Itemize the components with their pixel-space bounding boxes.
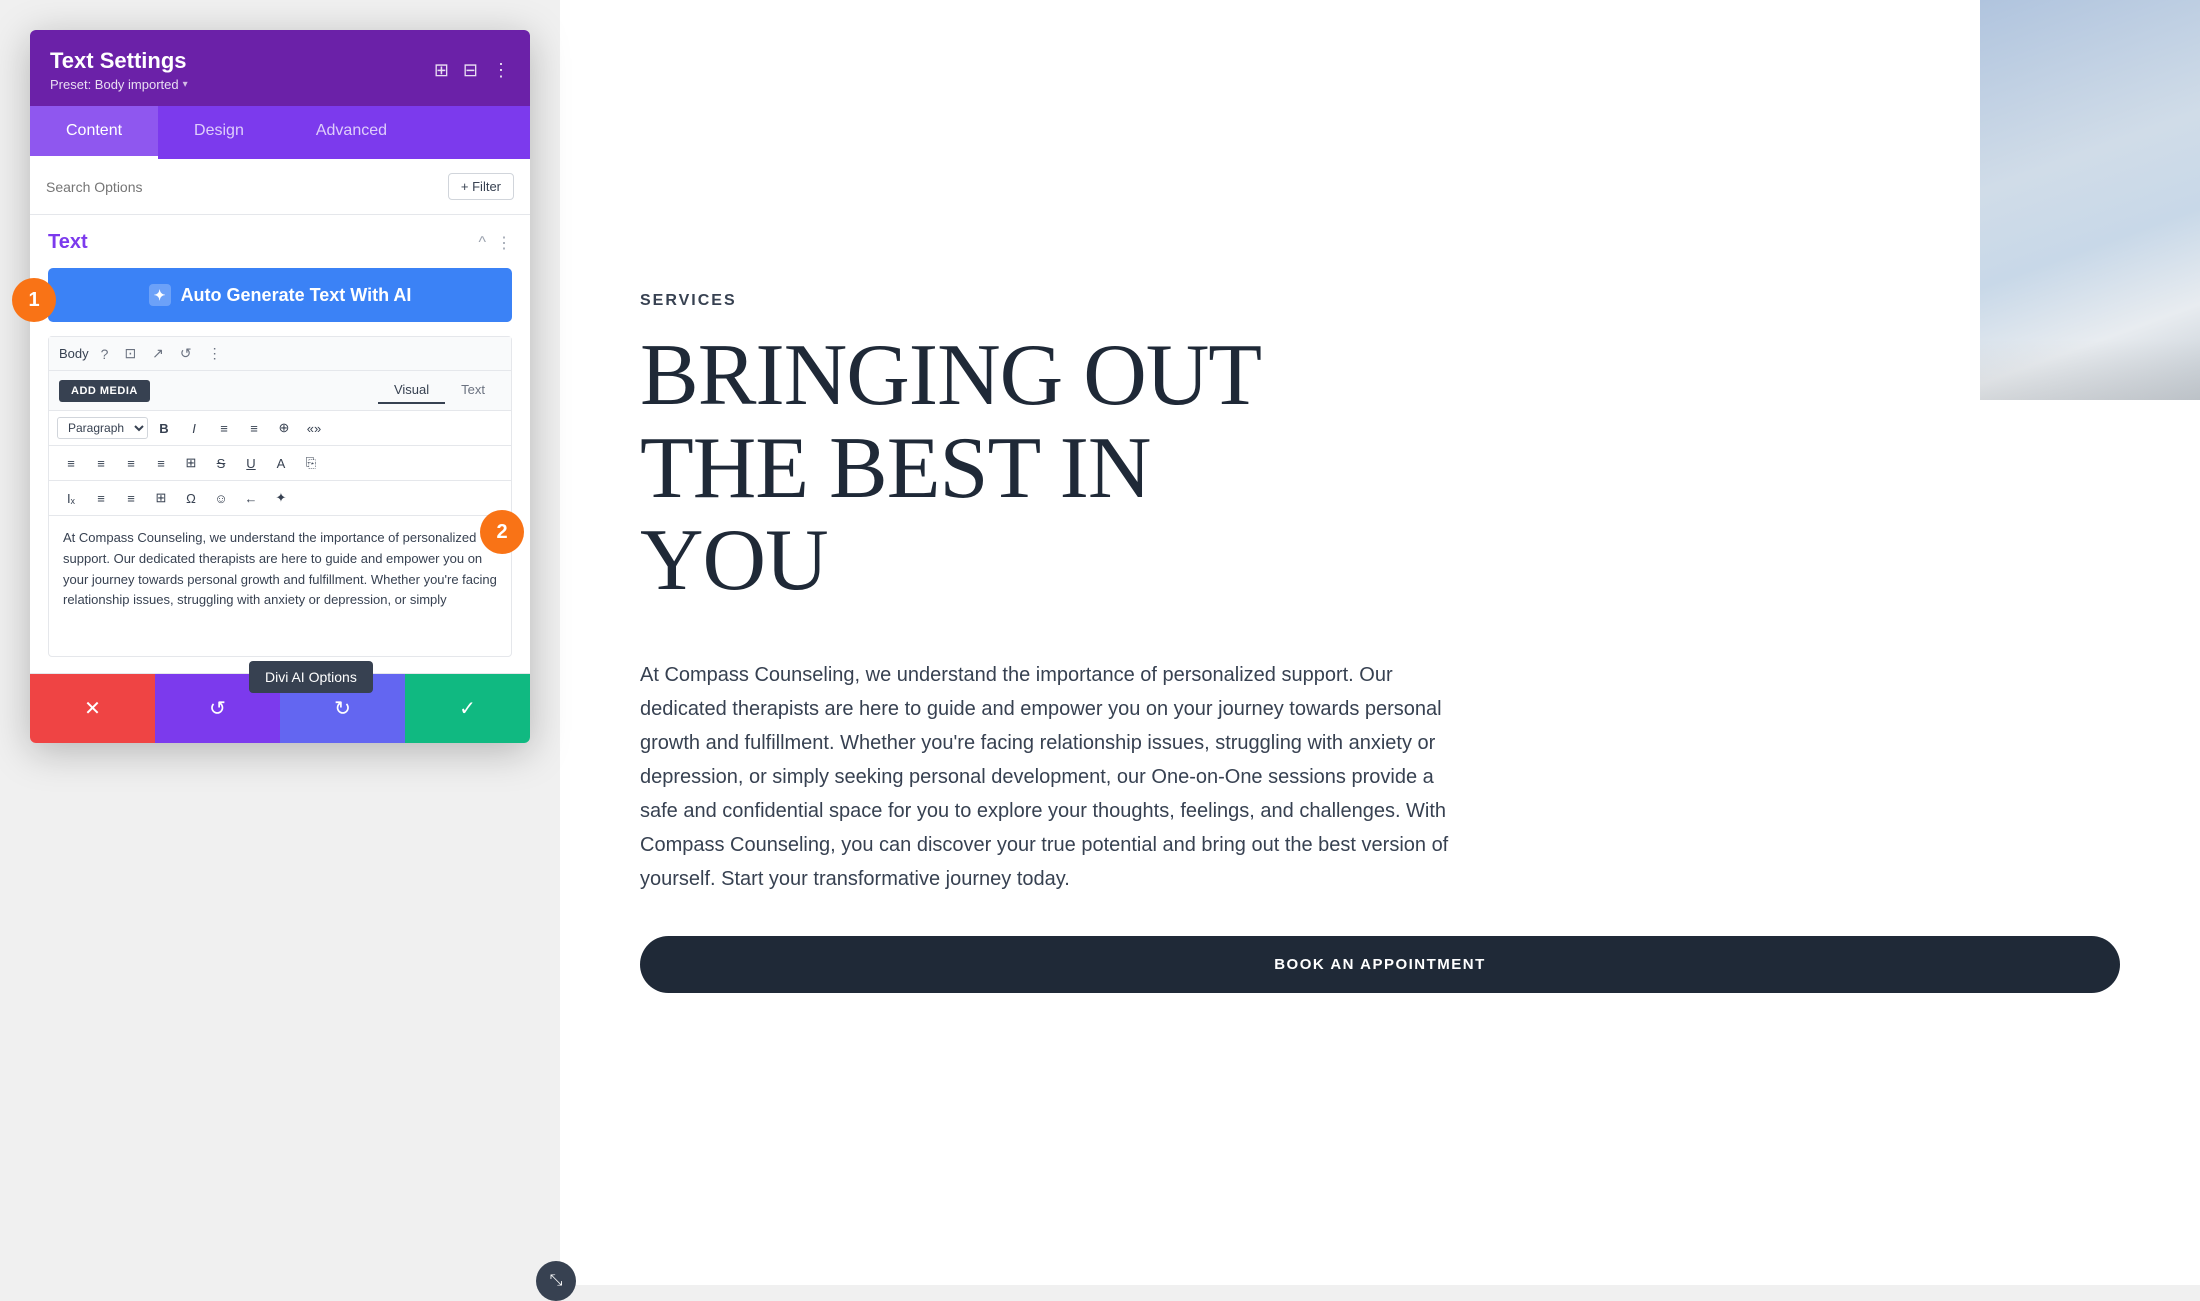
table-btn[interactable]: ⊞ bbox=[177, 450, 205, 476]
window-title: Text Settings bbox=[50, 48, 188, 74]
body-label: Body bbox=[59, 346, 89, 361]
link-btn[interactable]: ⊕ bbox=[270, 415, 298, 441]
text-section: Text ^ ⋮ ✦ Auto Generate Text With AI Bo… bbox=[30, 215, 530, 673]
editor-content[interactable]: At Compass Counseling, we understand the… bbox=[49, 516, 511, 656]
save-button[interactable]: ✓ bbox=[405, 674, 530, 743]
tab-advanced[interactable]: Advanced bbox=[280, 106, 423, 159]
underline-btn[interactable]: U bbox=[237, 450, 265, 476]
tab-visual[interactable]: Visual bbox=[378, 377, 445, 404]
filter-button[interactable]: + Filter bbox=[448, 173, 514, 200]
hero-body: At Compass Counseling, we understand the… bbox=[640, 658, 1460, 896]
title-bar-icons: ⊞ ⊟ ⋮ bbox=[434, 60, 510, 81]
section-header-icons: ^ ⋮ bbox=[478, 233, 512, 253]
paragraph-select[interactable]: Paragraph bbox=[57, 417, 148, 439]
emoji-btn[interactable]: ☺ bbox=[207, 485, 235, 511]
section-title: Text bbox=[48, 231, 88, 254]
align-justify-btn[interactable]: ≡ bbox=[147, 450, 175, 476]
columns-icon[interactable]: ⊟ bbox=[463, 60, 478, 81]
main-content: SERVICES BRINGING OUTTHE BEST INYOU At C… bbox=[560, 0, 2200, 1285]
divi-ai-btn[interactable]: ✦ bbox=[267, 485, 295, 511]
more-options-icon[interactable]: ⋮ bbox=[492, 60, 510, 81]
title-bar-left: Text Settings Preset: Body imported ▾ bbox=[50, 48, 188, 92]
hero-image bbox=[1980, 0, 2200, 400]
resize-handle[interactable]: ⤡ bbox=[536, 1261, 576, 1301]
special-chars-btn[interactable]: Ω bbox=[177, 485, 205, 511]
toolbar-row-3: Iₓ ≡ ≡ ⊞ Ω ☺ ← ✦ Divi AI Options bbox=[49, 481, 511, 516]
services-label: SERVICES bbox=[640, 292, 2120, 310]
outdent-btn[interactable]: ≡ bbox=[117, 485, 145, 511]
settings-window: Text Settings Preset: Body imported ▾ ⊞ … bbox=[30, 30, 530, 743]
add-media-button[interactable]: ADD MEDIA bbox=[59, 380, 150, 402]
responsive-icon[interactable]: ⊡ bbox=[120, 343, 140, 364]
tab-text[interactable]: Text bbox=[445, 377, 501, 404]
fullscreen-btn[interactable]: ⊞ bbox=[147, 485, 175, 511]
italic-btn[interactable]: I bbox=[180, 415, 208, 441]
font-color-btn[interactable]: A bbox=[267, 450, 295, 476]
tab-design[interactable]: Design bbox=[158, 106, 280, 159]
strikethrough-btn[interactable]: S bbox=[207, 450, 235, 476]
preset-label[interactable]: Preset: Body imported ▾ bbox=[50, 77, 188, 92]
visual-text-tabs: Visual Text bbox=[378, 377, 501, 404]
bottom-bar: ✕ ↺ ↻ ✓ bbox=[30, 673, 530, 743]
cursor-icon[interactable]: ↗ bbox=[148, 343, 168, 364]
preset-arrow-icon: ▾ bbox=[183, 79, 188, 90]
editor-text: At Compass Counseling, we understand the… bbox=[63, 528, 497, 611]
undo-button[interactable]: ↺ bbox=[155, 674, 280, 743]
section-more-icon[interactable]: ⋮ bbox=[496, 233, 512, 253]
settings-panel: Text Settings Preset: Body imported ▾ ⊞ … bbox=[0, 0, 560, 1285]
book-appointment-button[interactable]: BOOK AN APPOINTMENT bbox=[640, 936, 2120, 993]
align-left-btn[interactable]: ≡ bbox=[57, 450, 85, 476]
ai-icon: ✦ bbox=[149, 284, 171, 306]
align-right-btn[interactable]: ≡ bbox=[117, 450, 145, 476]
arrow-btn[interactable]: ← bbox=[237, 485, 265, 511]
collapse-icon[interactable]: ^ bbox=[478, 234, 486, 252]
subscript-btn[interactable]: Iₓ bbox=[57, 485, 85, 511]
search-bar: + Filter bbox=[30, 159, 530, 215]
hero-image-inner bbox=[1980, 0, 2200, 400]
ai-button-label: Auto Generate Text With AI bbox=[181, 285, 412, 306]
editor-more-icon[interactable]: ⋮ bbox=[204, 343, 226, 364]
maximize-icon[interactable]: ⊞ bbox=[434, 60, 449, 81]
unordered-list-btn[interactable]: ≡ bbox=[210, 415, 238, 441]
section-header: Text ^ ⋮ bbox=[48, 231, 512, 254]
align-center-btn[interactable]: ≡ bbox=[87, 450, 115, 476]
cancel-button[interactable]: ✕ bbox=[30, 674, 155, 743]
blockquote-btn[interactable]: «» bbox=[300, 415, 328, 441]
bold-btn[interactable]: B bbox=[150, 415, 178, 441]
redo-button[interactable]: ↻ bbox=[280, 674, 405, 743]
search-input[interactable] bbox=[46, 179, 438, 195]
title-bar: Text Settings Preset: Body imported ▾ ⊞ … bbox=[30, 30, 530, 106]
toolbar-row-1: Paragraph B I ≡ ≡ ⊕ «» bbox=[49, 411, 511, 446]
indent-btn[interactable]: ≡ bbox=[87, 485, 115, 511]
tabs-bar: Content Design Advanced bbox=[30, 106, 530, 159]
tab-content[interactable]: Content bbox=[30, 106, 158, 159]
editor-wrap: Body ? ⊡ ↗ ↺ ⋮ ADD MEDIA Visual Te bbox=[48, 336, 512, 657]
help-icon[interactable]: ? bbox=[97, 344, 113, 364]
editor-top-bar: Body ? ⊡ ↗ ↺ ⋮ bbox=[49, 337, 511, 371]
hero-title: BRINGING OUTTHE BEST INYOU bbox=[640, 330, 2120, 607]
ordered-list-btn[interactable]: ≡ bbox=[240, 415, 268, 441]
toolbar-row-2: ≡ ≡ ≡ ≡ ⊞ S U A ⎘ bbox=[49, 446, 511, 481]
undo-editor-icon[interactable]: ↺ bbox=[176, 343, 196, 364]
paste-btn[interactable]: ⎘ bbox=[297, 450, 325, 476]
ai-generate-button[interactable]: ✦ Auto Generate Text With AI bbox=[48, 268, 512, 322]
